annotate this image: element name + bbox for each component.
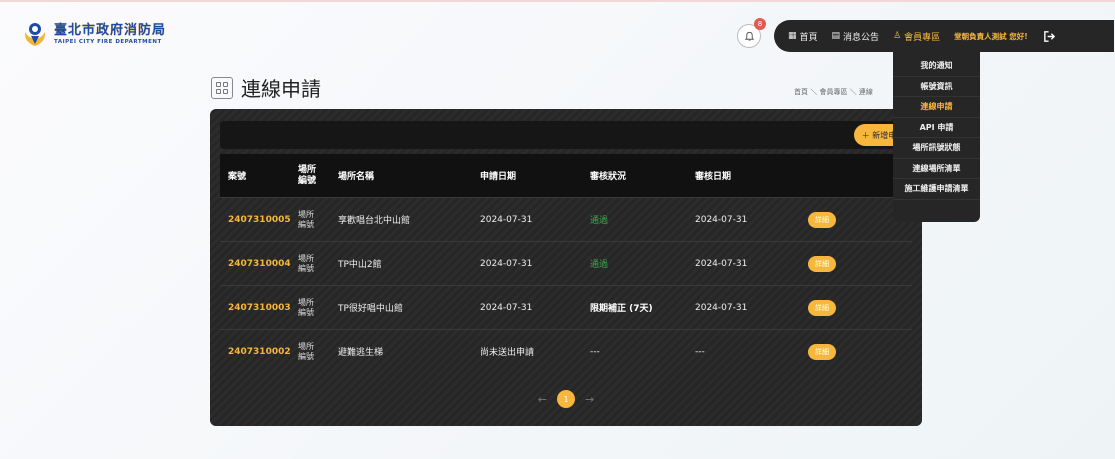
pagination: ← 1 → bbox=[210, 389, 922, 409]
detail-button[interactable]: 詳細 bbox=[808, 211, 836, 228]
review-date: --- bbox=[695, 346, 705, 357]
member-dropdown-menu: 我的通知 帳號資訊 連線申請 API 申請 場所訊號狀態 連線場所清單 施工維護… bbox=[893, 52, 980, 222]
page-header: 連線申請 bbox=[211, 73, 321, 102]
nav-home-label: 首頁 bbox=[799, 32, 818, 43]
fire-dept-emblem-icon bbox=[22, 22, 48, 48]
venue-name: 避難逃生梯 bbox=[338, 348, 384, 358]
page-number-current[interactable]: 1 bbox=[557, 390, 575, 408]
bell-icon bbox=[744, 31, 754, 41]
prev-page-arrow-icon[interactable]: ← bbox=[538, 393, 547, 406]
venue-name: TP中山2館 bbox=[338, 260, 382, 270]
news-icon: ▤ bbox=[831, 31, 841, 41]
logo-title: 臺北市政府消防局 bbox=[54, 23, 167, 38]
detail-button[interactable]: 詳細 bbox=[808, 299, 836, 316]
logo-subtitle: TAIPEI CITY FIRE DEPARTMENT bbox=[54, 39, 162, 45]
next-page-arrow-icon[interactable]: → bbox=[585, 393, 594, 406]
home-grid-icon: ▦ bbox=[788, 31, 797, 41]
detail-button[interactable]: 詳細 bbox=[808, 255, 836, 272]
table-row: 2407310002 場所 編號 避難逃生梯 尚未送出申請 --- --- 詳細 bbox=[220, 329, 912, 372]
review-status: 限期補正 (7天) bbox=[590, 304, 653, 314]
nav-member-label: 會員專區 bbox=[904, 32, 941, 43]
table-header: 案號 場所 編號 場所名稱 申請日期 審核狀況 審核日期 bbox=[220, 154, 912, 197]
table-row: 2407310004 場所 編號 TP中山2館 2024-07-31 通過 20… bbox=[220, 241, 912, 284]
nav-news[interactable]: ▤ 消息公告 bbox=[832, 30, 880, 43]
review-status: 通過 bbox=[590, 216, 609, 226]
table-row: 2407310005 場所 編號 享歡唱台北中山館 2024-07-31 通過 … bbox=[220, 197, 912, 240]
page-title: 連線申請 bbox=[241, 77, 321, 101]
nav-member[interactable]: ♙ 會員專區 bbox=[893, 30, 940, 43]
header-review-date: 審核日期 bbox=[695, 172, 732, 182]
case-number[interactable]: 2407310002 bbox=[228, 330, 291, 373]
user-icon: ♙ bbox=[893, 31, 902, 41]
venue-number: 場所 編號 bbox=[298, 253, 314, 273]
top-navbar: ▦ 首頁 ▤ 消息公告 ♙ 會員專區 堂朝負責人測試 您好! bbox=[774, 20, 1114, 52]
venue-name: TP很好唱中山館 bbox=[338, 304, 403, 314]
menu-my-notifications[interactable]: 我的通知 bbox=[893, 56, 980, 77]
logout-icon bbox=[1044, 30, 1056, 42]
header-apply-date: 申請日期 bbox=[480, 172, 517, 182]
review-date: 2024-07-31 bbox=[695, 214, 748, 225]
apply-date: 2024-07-31 bbox=[480, 214, 533, 225]
header-venue-name: 場所名稱 bbox=[338, 172, 375, 182]
header-venue-no: 場所 編號 bbox=[298, 164, 317, 186]
venue-number: 場所 編號 bbox=[298, 341, 314, 361]
nav-news-label: 消息公告 bbox=[843, 32, 880, 43]
menu-connected-venues[interactable]: 連線場所清單 bbox=[893, 159, 980, 179]
apply-date: 尚未送出申請 bbox=[480, 348, 535, 358]
apps-grid-icon bbox=[211, 76, 233, 99]
venue-name: 享歡唱台北中山館 bbox=[338, 216, 411, 226]
table-toolbar: ＋ 新增申請 bbox=[220, 121, 912, 149]
site-logo[interactable]: 臺北市政府消防局 TAIPEI CITY FIRE DEPARTMENT bbox=[22, 22, 166, 48]
header-case: 案號 bbox=[228, 172, 247, 182]
review-status: 通過 bbox=[590, 260, 609, 270]
detail-button[interactable]: 詳細 bbox=[808, 343, 836, 360]
notification-bell-button[interactable]: 8 bbox=[737, 18, 766, 48]
case-number[interactable]: 2407310003 bbox=[228, 286, 291, 329]
header-status: 審核狀況 bbox=[590, 172, 627, 182]
breadcrumb[interactable]: 首頁 ＼ 會員專區 ＼ 連線 bbox=[794, 87, 873, 97]
review-status: --- bbox=[590, 346, 600, 357]
apply-date: 2024-07-31 bbox=[480, 258, 533, 269]
menu-account-info[interactable]: 帳號資訊 bbox=[893, 77, 980, 97]
case-number[interactable]: 2407310005 bbox=[228, 198, 291, 241]
venue-number: 場所 編號 bbox=[298, 297, 314, 317]
menu-maintenance-applications[interactable]: 施工維護申請清單 bbox=[893, 179, 980, 200]
nav-home[interactable]: ▦ 首頁 bbox=[788, 30, 818, 43]
venue-number: 場所 編號 bbox=[298, 209, 314, 229]
top-accent-line bbox=[0, 0, 1115, 2]
menu-venue-signal-status[interactable]: 場所訊號狀態 bbox=[893, 138, 980, 159]
user-greeting[interactable]: 堂朝負責人測試 您好! bbox=[954, 31, 1028, 42]
notification-count-badge: 8 bbox=[754, 18, 766, 30]
menu-connection-application[interactable]: 連線申請 bbox=[893, 97, 980, 118]
apply-date: 2024-07-31 bbox=[480, 302, 533, 313]
applications-panel: ＋ 新增申請 案號 場所 編號 場所名稱 申請日期 審核狀況 審核日期 2407… bbox=[210, 109, 922, 426]
menu-api-application[interactable]: API 申請 bbox=[893, 118, 980, 138]
logout-button[interactable] bbox=[1040, 26, 1060, 46]
review-date: 2024-07-31 bbox=[695, 302, 748, 313]
table-row: 2407310003 場所 編號 TP很好唱中山館 2024-07-31 限期補… bbox=[220, 285, 912, 328]
review-date: 2024-07-31 bbox=[695, 258, 748, 269]
case-number[interactable]: 2407310004 bbox=[228, 242, 291, 285]
